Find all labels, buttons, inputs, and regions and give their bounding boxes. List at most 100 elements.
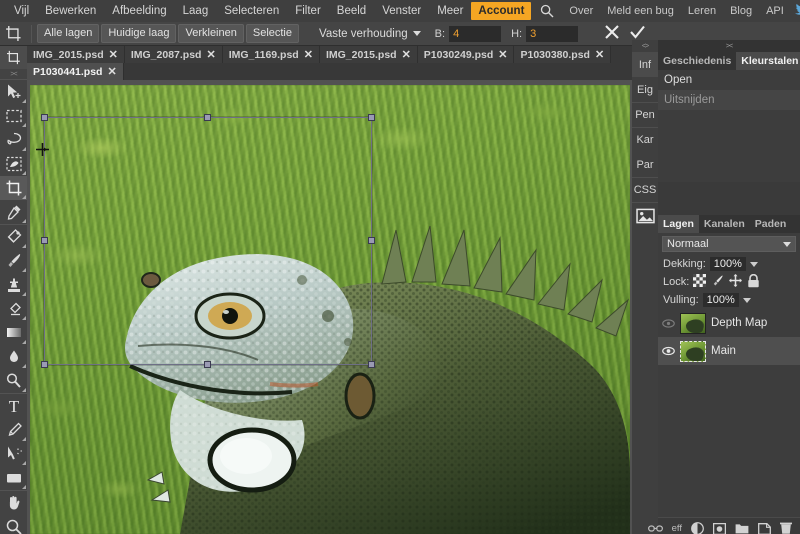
tool-crop[interactable] [0, 176, 27, 200]
tab-swatches[interactable]: Kleurstalen [736, 52, 800, 70]
history-item[interactable]: Open [658, 70, 800, 90]
menu-item-about[interactable]: Over [562, 2, 600, 20]
chevron-down-icon[interactable] [749, 261, 758, 267]
crop-selection-rect[interactable] [41, 114, 375, 368]
document-tab[interactable]: P1030249.psd ✕ [417, 46, 515, 63]
new-group-icon[interactable] [735, 523, 749, 534]
crop-handle-middle-left[interactable] [41, 237, 48, 244]
twitter-icon[interactable] [794, 3, 800, 19]
document-tab[interactable]: IMG_2015.psd ✕ [319, 46, 418, 63]
menu-item-window[interactable]: Venster [374, 2, 429, 20]
dock-grip[interactable]: <> [632, 40, 658, 52]
close-icon[interactable]: ✕ [304, 49, 313, 60]
history-panel-grip[interactable]: >< [658, 40, 800, 52]
delete-layer-icon[interactable] [780, 522, 792, 534]
tool-type[interactable]: T [0, 394, 27, 418]
layer-mask-icon[interactable] [713, 522, 726, 534]
layer-name[interactable]: Main [711, 345, 736, 357]
layer-visibility-icon[interactable] [662, 318, 675, 328]
document-tab[interactable]: IMG_2015.psd ✕ [27, 46, 125, 63]
history-item[interactable]: Uitsnijden [658, 90, 800, 110]
tool-eyedropper[interactable] [0, 200, 27, 224]
document-tab[interactable]: IMG_1169.psd ✕ [222, 46, 320, 63]
link-layers-icon[interactable] [647, 524, 663, 533]
tab-history[interactable]: Geschiedenis [658, 52, 736, 70]
sidebar-item-properties[interactable]: Eig [632, 77, 658, 102]
menu-item-layer[interactable]: Laag [175, 2, 217, 20]
crop-handle-bottom-center[interactable] [204, 361, 211, 368]
close-icon[interactable]: ✕ [109, 49, 118, 60]
all-lock-icon[interactable] [747, 273, 760, 291]
new-layer-icon[interactable] [758, 522, 771, 534]
crop-handle-top-center[interactable] [204, 114, 211, 121]
tool-eraser[interactable] [0, 297, 27, 321]
tool-hand[interactable] [0, 491, 27, 515]
layer-visibility-icon[interactable] [662, 346, 675, 356]
tools-panel-grip[interactable]: >< [0, 69, 27, 79]
menu-item-file[interactable]: Vijl [6, 2, 37, 20]
adjustment-layer-icon[interactable] [691, 522, 704, 534]
button-selection[interactable]: Selectie [245, 24, 299, 43]
brush-lock-icon[interactable] [711, 274, 724, 290]
crop-handle-middle-right[interactable] [368, 237, 375, 244]
tool-magic-wand-select[interactable] [0, 152, 27, 176]
tab-channels[interactable]: Kanalen [699, 215, 750, 233]
move-lock-icon[interactable] [729, 274, 743, 290]
sidebar-item-css[interactable]: CSS [632, 177, 658, 202]
tool-stamp[interactable] [0, 273, 27, 297]
crop-handle-bottom-left[interactable] [41, 361, 48, 368]
button-current-layer[interactable]: Huidige laag [101, 24, 177, 43]
height-input[interactable] [526, 25, 579, 42]
tab-layers[interactable]: Lagen [658, 215, 699, 233]
tool-path-select[interactable] [0, 442, 27, 466]
tool-blur[interactable] [0, 345, 27, 369]
close-icon[interactable]: ✕ [402, 49, 411, 60]
tool-dodge[interactable] [0, 369, 27, 393]
close-icon[interactable]: ✕ [498, 49, 507, 60]
layer-list-empty-space[interactable] [658, 365, 800, 517]
blend-mode-select[interactable]: Normaal [662, 236, 796, 252]
transparency-lock-icon[interactable] [693, 274, 707, 290]
layer-thumbnail[interactable] [680, 312, 706, 334]
layer-row[interactable]: Depth Map [658, 309, 800, 337]
menu-item-view[interactable]: Beeld [329, 2, 374, 20]
tool-move[interactable] [0, 80, 27, 104]
tool-rectangular-select[interactable] [0, 104, 27, 128]
tool-gradient[interactable] [0, 321, 27, 345]
document-tab[interactable]: P1030441.psd ✕ [27, 63, 124, 80]
menu-item-image[interactable]: Afbeelding [104, 2, 174, 20]
cancel-x-icon[interactable] [604, 24, 620, 43]
layer-row[interactable]: Main [658, 337, 800, 365]
document-image[interactable] [30, 85, 630, 534]
button-all-layers[interactable]: Alle lagen [37, 24, 100, 43]
tool-zoom[interactable] [0, 515, 27, 534]
menu-item-api[interactable]: API [759, 2, 791, 20]
crop-handle-bottom-right[interactable] [368, 361, 375, 368]
tab-paths[interactable]: Paden [750, 215, 792, 233]
chevron-down-icon[interactable] [742, 297, 751, 303]
sidebar-item-paragraph[interactable]: Par [632, 152, 658, 177]
tool-shape-rectangle[interactable] [0, 466, 27, 490]
tool-healing-brush[interactable] [0, 225, 27, 249]
sidebar-item-brushes[interactable]: Pen [632, 102, 658, 127]
tool-paint-brush[interactable] [0, 249, 27, 273]
menu-item-select[interactable]: Selecteren [216, 2, 287, 20]
menu-item-account[interactable]: Account [471, 2, 532, 20]
fill-value[interactable]: 100% [702, 293, 739, 307]
layer-effects-icon[interactable]: eff [672, 523, 682, 534]
canvas-area[interactable] [27, 80, 632, 534]
button-shrink[interactable]: Verkleinen [178, 24, 244, 43]
search-icon[interactable] [531, 4, 562, 18]
ratio-select[interactable]: Vaste verhouding [315, 26, 425, 42]
layer-thumbnail[interactable] [680, 340, 706, 362]
document-tab[interactable]: IMG_2087.psd ✕ [124, 46, 223, 63]
close-icon[interactable]: ✕ [595, 49, 604, 60]
crop-handle-top-right[interactable] [368, 114, 375, 121]
opacity-value[interactable]: 100% [709, 257, 746, 271]
menu-item-filter[interactable]: Filter [287, 2, 329, 20]
tool-pen[interactable] [0, 418, 27, 442]
sidebar-item-character[interactable]: Kar [632, 127, 658, 152]
menu-item-learn[interactable]: Leren [681, 2, 723, 20]
close-icon[interactable]: ✕ [206, 49, 215, 60]
close-icon[interactable]: ✕ [107, 66, 116, 77]
